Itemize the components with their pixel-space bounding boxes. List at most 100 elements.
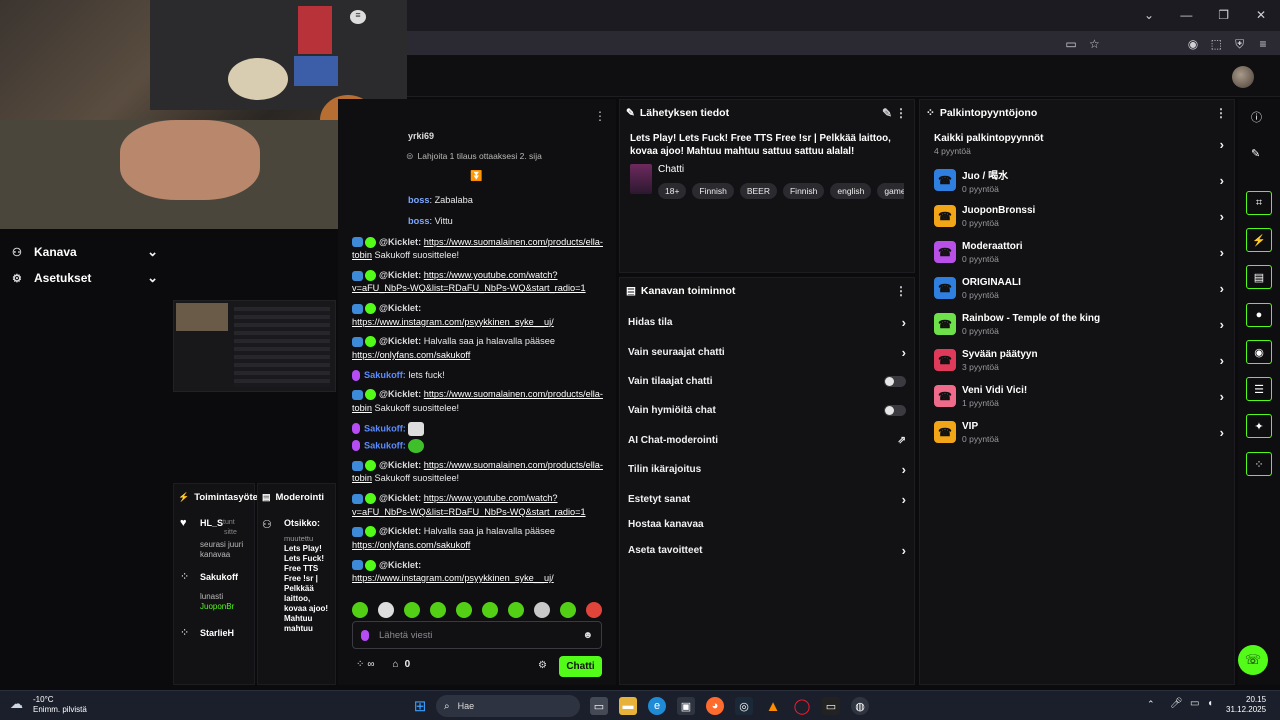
monitor-icon[interactable]: ▭	[1190, 698, 1199, 709]
chat-username[interactable]: @Kicklet:	[379, 493, 421, 503]
scroll-down-icon[interactable]: ⏬	[470, 171, 482, 182]
chat-link[interactable]: https://www.instagram.com/psyykkinen_syk…	[352, 573, 554, 583]
send-chat-button[interactable]: Chatti	[559, 656, 602, 677]
minimize-button[interactable]: —	[1177, 6, 1195, 24]
chat-link[interactable]: https://www.instagram.com/psyykkinen_syk…	[352, 317, 554, 327]
reward-item[interactable]: ☎ Moderaattori 0 pyyntöä ›	[920, 234, 1234, 270]
pencil-icon[interactable]: ✎	[1251, 147, 1260, 160]
microphone-icon[interactable]: 🎤︎	[1170, 698, 1183, 709]
chat-username[interactable]: boss	[408, 195, 429, 205]
browser-menu-icon[interactable]: ≡	[1254, 35, 1272, 53]
edit-pencil-icon[interactable]: ✎	[880, 106, 894, 120]
reward-item[interactable]: ☎ JuoponBronssi 0 pyyntöä ›	[920, 198, 1234, 234]
emote-icon[interactable]	[586, 601, 602, 618]
emoji-picker-icon[interactable]: ☻	[582, 630, 593, 641]
windows-start-icon[interactable]: ⊞	[411, 697, 429, 715]
chat-username[interactable]: @Kicklet:	[379, 460, 421, 470]
document-icon[interactable]: ▤	[1246, 265, 1272, 289]
vlc-icon[interactable]: ▲	[764, 697, 782, 715]
emote-icon[interactable]	[508, 601, 524, 618]
panel-menu-dots-icon[interactable]: ⋮	[894, 106, 908, 120]
webcam-menu-icon[interactable]: ≡	[350, 10, 366, 24]
maximize-button[interactable]: ❐	[1215, 6, 1233, 24]
bookmark-star-icon[interactable]: ☆	[1085, 35, 1103, 53]
file-explorer-icon[interactable]: ▬	[619, 697, 637, 715]
crop-icon[interactable]: ⌗	[1246, 191, 1272, 215]
sidebar-item-kanava[interactable]: ⚇ Kanava ⌄	[0, 239, 170, 265]
stream-tag[interactable]: Finnish	[782, 183, 825, 199]
reward-item[interactable]: ☎ Juo / 喝水 0 pyyntöä ›	[920, 162, 1234, 198]
edge-icon[interactable]: e	[648, 697, 666, 715]
chat-link[interactable]: https://onlyfans.com/sakukoff	[352, 350, 470, 360]
reward-item[interactable]: ☎ Syvään päätyyn 3 pyyntöä ›	[920, 342, 1234, 378]
chat-settings-gear-icon[interactable]: ⚙	[538, 660, 547, 671]
reward-item[interactable]: ☎ ORIGINAALI 0 pyyntöä ›	[920, 270, 1234, 306]
emote-icon[interactable]	[456, 601, 472, 618]
stream-preview[interactable]	[173, 300, 336, 392]
close-window-button[interactable]: ✕	[1252, 6, 1270, 24]
weather-widget[interactable]: -10°C Enimm. pilvistä	[33, 695, 87, 715]
action-banned-words[interactable]: Estetyt sanat ›	[620, 484, 914, 513]
chat-username[interactable]: @Kicklet:	[379, 560, 421, 570]
panel-menu-dots-icon[interactable]: ⋮	[1214, 106, 1228, 120]
chat-menu-dots-icon[interactable]: ⋮	[594, 107, 606, 125]
panel-menu-dots-icon[interactable]: ⋮	[894, 284, 908, 298]
chat-input[interactable]: Lähetä viesti ☻	[352, 621, 602, 649]
taskbar-search[interactable]: ⌕ Hae	[436, 695, 580, 717]
action-host-channel[interactable]: Hostaa kanavaa	[620, 514, 914, 536]
chat-username[interactable]: boss	[408, 216, 429, 226]
stream-tag[interactable]: Finnish	[692, 183, 734, 199]
store-icon[interactable]: ⌂	[375, 659, 399, 670]
reward-item[interactable]: ☎ Rainbow - Temple of the king 0 pyyntöä ›	[920, 306, 1234, 342]
tab-list-chevron-icon[interactable]: ⌄	[1140, 6, 1158, 24]
category-name[interactable]: Chatti	[658, 164, 904, 175]
info-icon[interactable]: ⓘ	[1251, 109, 1262, 125]
chat-username[interactable]: Sakukoff:	[364, 423, 406, 433]
action-slow-mode[interactable]: Hidas tila ›	[620, 308, 914, 337]
chat-bubble-icon[interactable]: ●	[1246, 303, 1272, 327]
reader-view-icon[interactable]: ▭	[1062, 35, 1080, 53]
extensions-icon[interactable]: ⬚	[1207, 35, 1225, 53]
broadcast-icon[interactable]: ◉	[1246, 340, 1272, 364]
avatar[interactable]	[1232, 66, 1254, 88]
account-icon[interactable]: ◉	[1184, 35, 1202, 53]
chat-username[interactable]: @Kicklet:	[379, 336, 421, 346]
emote-icon[interactable]	[378, 601, 394, 618]
category-thumbnail[interactable]	[630, 164, 652, 194]
emote-icon[interactable]	[560, 601, 576, 618]
opera-icon[interactable]: ◯	[793, 697, 811, 715]
steam-icon[interactable]: ◎	[735, 697, 753, 715]
stream-tag[interactable]: BEER	[739, 183, 777, 199]
firefox-icon[interactable]: ◕	[706, 697, 724, 715]
wrench-icon[interactable]: ✦	[1246, 414, 1272, 438]
chat-username[interactable]: @Kicklet:	[379, 526, 421, 536]
shield-icon[interactable]: ⛨	[1231, 35, 1249, 53]
terminal-icon[interactable]: ▭	[822, 697, 840, 715]
clock[interactable]: 20.15 31.12.2025	[1226, 695, 1266, 715]
chat-username[interactable]: Sakukoff:	[364, 370, 406, 380]
obs-icon[interactable]: ◍	[851, 697, 869, 715]
emote-icon[interactable]	[482, 601, 498, 618]
reward-item[interactable]: ☎ Veni Vidi Vici! 1 pyyntöä ›	[920, 378, 1234, 414]
chat-username[interactable]: Sakukoff:	[364, 440, 406, 450]
store-icon[interactable]: ▣	[677, 697, 695, 715]
sidebar-item-asetukset[interactable]: ⚙ Asetukset ⌄	[0, 265, 170, 291]
chat-username[interactable]: @Kicklet:	[379, 389, 421, 399]
emote-icon[interactable]	[430, 601, 446, 618]
kick-points-icon[interactable]: ⁘	[356, 659, 364, 670]
chat-username[interactable]: @Kicklet:	[379, 270, 421, 280]
help-chat-button[interactable]: ☏	[1238, 645, 1268, 675]
task-view-icon[interactable]: ▭	[590, 697, 608, 715]
bolt-icon[interactable]: ⚡	[1246, 228, 1272, 252]
action-age-restriction[interactable]: Tilin ikärajoitus ›	[620, 455, 914, 484]
emote-icon[interactable]	[352, 601, 368, 618]
stream-tag[interactable]: 18+	[658, 183, 687, 199]
action-followers-only[interactable]: Vain seuraajat chatti ›	[620, 337, 914, 366]
emote-only-toggle[interactable]	[884, 405, 906, 417]
chat-link[interactable]: https://onlyfans.com/sakukoff	[352, 540, 470, 550]
subscribers-only-toggle[interactable]	[884, 375, 906, 387]
layout-icon[interactable]: ☰	[1246, 377, 1272, 401]
emote-icon[interactable]	[404, 601, 420, 618]
volume-icon[interactable]: ◖	[1207, 698, 1213, 709]
stream-tag[interactable]: games	[877, 183, 904, 199]
